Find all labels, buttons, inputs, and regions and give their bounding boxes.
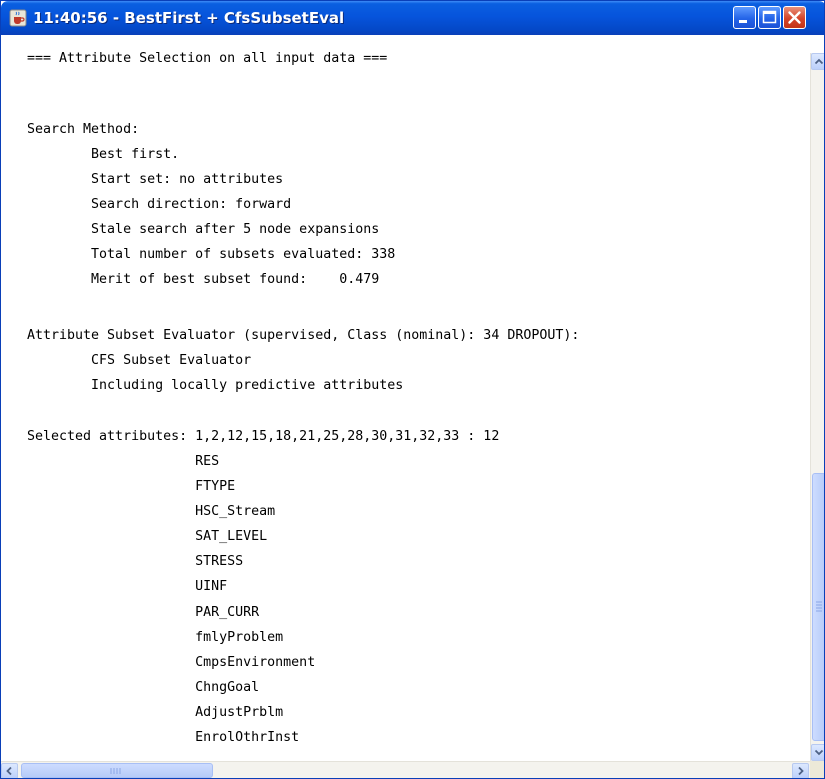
scrollbar-corner bbox=[810, 761, 824, 778]
grip-icon bbox=[110, 768, 121, 774]
output-line: fmlyProblem bbox=[27, 630, 284, 645]
output-line: SAT_LEVEL bbox=[27, 529, 268, 544]
output-line: Best first. bbox=[27, 147, 180, 162]
output-line: Stale search after 5 node expansions bbox=[27, 222, 380, 237]
output-line: Search direction: forward bbox=[27, 197, 292, 212]
close-icon bbox=[788, 11, 801, 24]
output-text-area[interactable]: === Attribute Selection on all input dat… bbox=[1, 35, 810, 743]
scroll-up-button[interactable] bbox=[811, 53, 824, 70]
output-line: UINF bbox=[27, 579, 228, 594]
output-line: === Attribute Selection on all input dat… bbox=[27, 51, 388, 66]
scroll-down-button[interactable] bbox=[811, 744, 824, 761]
output-line: Start set: no attributes bbox=[27, 172, 284, 187]
vertical-scroll-thumb[interactable] bbox=[812, 473, 824, 741]
output-line: HSC_Stream bbox=[27, 504, 276, 519]
output-line: RES bbox=[27, 454, 220, 469]
output-line: CFS Subset Evaluator bbox=[27, 353, 252, 368]
chevron-left-icon bbox=[6, 766, 12, 776]
horizontal-scroll-thumb[interactable] bbox=[21, 763, 213, 778]
output-line: Selected attributes: 1,2,12,15,18,21,25,… bbox=[27, 429, 500, 444]
chevron-up-icon bbox=[814, 58, 824, 65]
window-title: 11:40:56 - BestFirst + CfsSubsetEval bbox=[33, 9, 345, 27]
output-line: Search Method: bbox=[27, 122, 140, 137]
scroll-right-button[interactable] bbox=[792, 763, 809, 778]
output-line: Merit of best subset found: 0.479 bbox=[27, 272, 380, 287]
output-line: FTYPE bbox=[27, 479, 236, 494]
grip-icon bbox=[816, 601, 822, 612]
output-line: CmpsEnvironment bbox=[27, 655, 316, 670]
output-line: Total number of subsets evaluated: 338 bbox=[27, 247, 396, 262]
minimize-icon bbox=[739, 20, 747, 23]
output-line: STRESS bbox=[27, 554, 244, 569]
output-line: Including locally predictive attributes bbox=[27, 378, 404, 393]
close-button[interactable] bbox=[783, 6, 806, 29]
output-line: Attribute Subset Evaluator (supervised, … bbox=[27, 328, 580, 343]
output-line: ChngGoal bbox=[27, 680, 260, 695]
output-line: AdjustPrblm bbox=[27, 705, 284, 720]
java-cup-icon bbox=[9, 9, 27, 27]
maximize-button[interactable] bbox=[758, 6, 781, 29]
scroll-left-button[interactable] bbox=[1, 763, 18, 778]
minimize-button[interactable] bbox=[733, 6, 756, 29]
chevron-right-icon bbox=[798, 766, 804, 776]
maximize-icon bbox=[762, 10, 777, 24]
vertical-scrollbar[interactable] bbox=[810, 53, 824, 761]
output-line: PAR_CURR bbox=[27, 605, 260, 620]
attribute-selection-window: 11:40:56 - BestFirst + CfsSubsetEval ===… bbox=[0, 0, 825, 779]
chevron-down-icon bbox=[814, 749, 824, 756]
output-line: EnrolOthrInst bbox=[27, 730, 300, 743]
horizontal-scrollbar[interactable] bbox=[1, 761, 810, 778]
title-bar[interactable]: 11:40:56 - BestFirst + CfsSubsetEval bbox=[1, 1, 824, 35]
